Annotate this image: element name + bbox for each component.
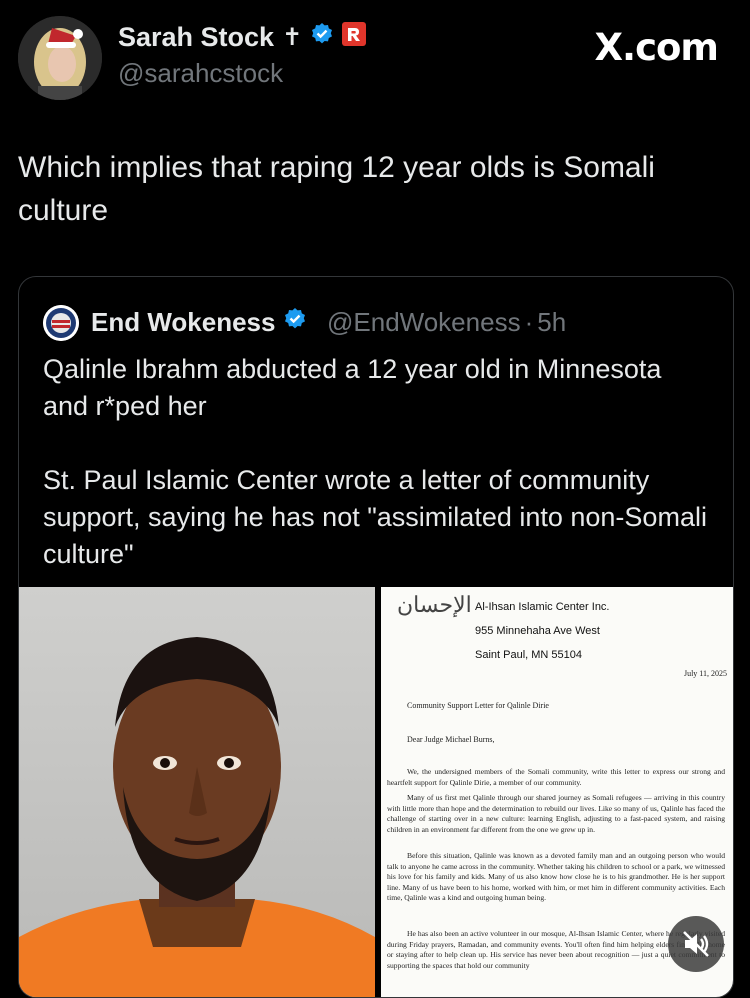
- arabic-logo: الإحسان: [397, 593, 472, 618]
- verified-badge-icon: [310, 22, 334, 53]
- quoted-paragraph-2: St. Paul Islamic Center wrote a letter o…: [43, 465, 707, 569]
- quoted-name[interactable]: End Wokeness: [91, 307, 275, 338]
- mute-button[interactable]: [668, 916, 724, 972]
- quoted-handle[interactable]: @EndWokeness: [327, 307, 521, 338]
- letter-paragraph-1: We, the undersigned members of the Somal…: [387, 767, 725, 787]
- letter-salutation: Dear Judge Michael Burns,: [407, 735, 495, 744]
- letter-subject: Community Support Letter for Qalinle Dir…: [407, 701, 549, 710]
- quoted-text: Qalinle Ibrahm abducted a 12 year old in…: [43, 351, 713, 573]
- author-name-row: Sarah Stock ✝: [118, 22, 367, 53]
- letter-city: Saint Paul, MN 55104: [475, 649, 583, 661]
- tweet-text: Which implies that raping 12 year olds i…: [18, 151, 655, 227]
- quoted-name-row: End Wokeness: [91, 307, 307, 338]
- author-handle[interactable]: @sarahcstock: [118, 58, 283, 89]
- letter-paragraph-3: Before this situation, Qalinle was known…: [387, 851, 725, 903]
- verified-badge-icon: [283, 307, 307, 338]
- rumble-badge-icon: [342, 22, 367, 53]
- cross-glyph: ✝: [282, 24, 303, 51]
- author-name[interactable]: Sarah Stock: [118, 22, 274, 53]
- letter-date: July 11, 2025: [683, 669, 727, 678]
- meta-separator: ·: [524, 307, 534, 337]
- author-avatar[interactable]: [18, 16, 102, 100]
- mugshot-image[interactable]: [19, 587, 375, 997]
- site-watermark: X.com: [594, 26, 719, 69]
- letter-street: 955 Minnehaha Ave West: [475, 625, 600, 637]
- quoted-paragraph-1: Qalinle Ibrahm abducted a 12 year old in…: [43, 354, 662, 421]
- quoted-avatar[interactable]: [43, 305, 79, 341]
- letter-paragraph-2: Many of us first met Qalinle through our…: [387, 793, 725, 834]
- quoted-meta: @EndWokeness · 5h: [327, 307, 566, 338]
- quoted-time[interactable]: 5h: [537, 307, 566, 338]
- quoted-tweet[interactable]: End Wokeness @EndWokeness · 5h Qalinle I…: [18, 276, 734, 998]
- speaker-muted-icon: [668, 931, 724, 976]
- letter-org: Al-Ihsan Islamic Center Inc.: [475, 601, 610, 613]
